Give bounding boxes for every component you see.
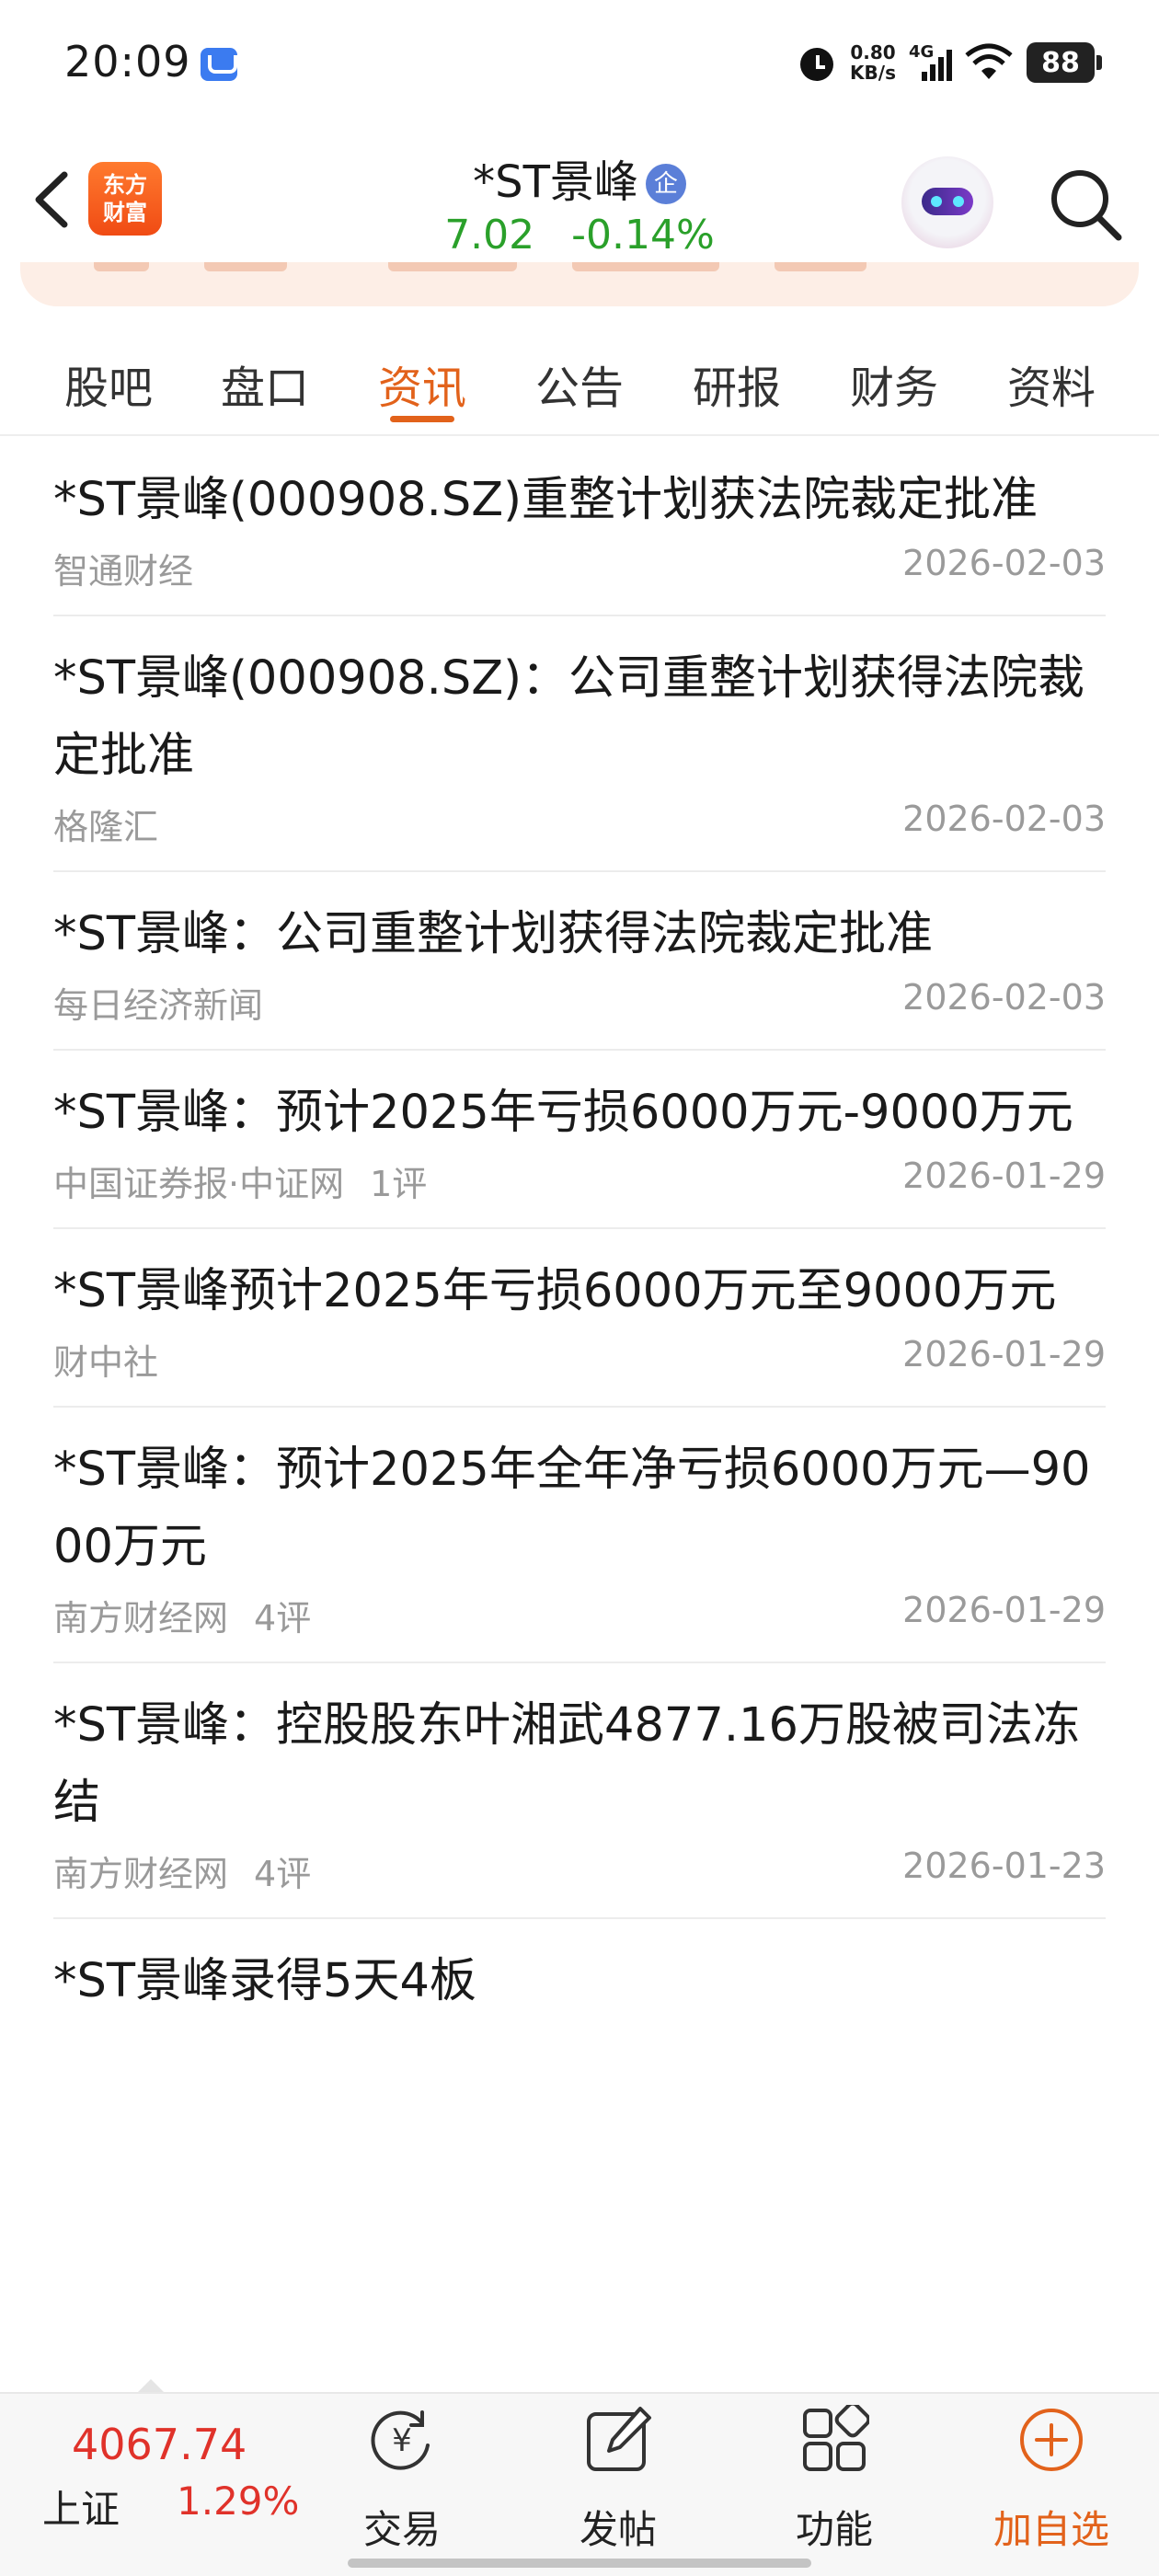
news-date: 2026-01-23: [902, 1846, 1106, 1886]
news-date: 2026-02-03: [902, 977, 1106, 1018]
news-source: 财中社: [53, 1342, 159, 1383]
news-source-group: 财中社: [53, 1334, 158, 1385]
index-change[interactable]: 1.29%: [177, 2478, 299, 2524]
stock-change-percent: -0.14%: [571, 212, 715, 259]
news-item[interactable]: *ST景峰预计2025年亏损6000万元至9000万元 财中社 2026-01-…: [53, 1229, 1106, 1408]
tab-guba[interactable]: 股吧: [53, 351, 164, 416]
search-icon[interactable]: [1047, 166, 1124, 243]
tab-news[interactable]: 资讯: [367, 351, 477, 416]
news-meta: 智通财经 2026-02-03: [53, 539, 1106, 592]
news-source: 南方财经网: [53, 1598, 229, 1639]
stock-name: *ST景峰: [473, 156, 638, 208]
news-meta: 中国证券报·中证网 1评 2026-01-29: [53, 1152, 1106, 1204]
news-source: 格隆汇: [53, 807, 159, 847]
news-item[interactable]: *ST景峰：控股股东叶湘武4877.16万股被司法冻结 南方财经网 4评 2026…: [53, 1663, 1106, 1919]
news-item[interactable]: *ST景峰录得5天4板: [53, 1919, 1106, 2050]
news-source-group: 南方财经网 4评: [53, 1590, 311, 1640]
news-source: 智通财经: [53, 551, 194, 592]
news-date: 2026-01-29: [902, 1334, 1106, 1374]
cellular-signal-icon: 4G: [909, 42, 952, 83]
svg-text:¥: ¥: [392, 2422, 412, 2459]
network-speed-unit: KB/s: [850, 62, 896, 84]
index-name[interactable]: 上证: [42, 2478, 120, 2535]
news-date: 2026-01-29: [902, 1590, 1106, 1630]
tab-bar: 股吧 盘口 资讯 公告 研报 财务 资料: [0, 324, 1159, 436]
news-title: *ST景峰预计2025年亏损6000万元至9000万元: [53, 1264, 1057, 1318]
news-item[interactable]: *ST景峰(000908.SZ)：公司重整计划获得法院裁定批准 格隆汇 2026…: [53, 616, 1106, 872]
network-speed: 0.80 KB/s: [850, 42, 896, 83]
news-source-group: 格隆汇: [53, 799, 158, 849]
news-comment-count: 1评: [370, 1164, 428, 1204]
functions-button[interactable]: 功能: [765, 2401, 903, 2552]
news-source-group: 中国证券报·中证网 1评: [53, 1156, 427, 1206]
news-meta: 每日经济新闻 2026-02-03: [53, 973, 1106, 1026]
alarm-icon: [797, 42, 837, 83]
news-item[interactable]: *ST景峰：预计2025年亏损6000万元-9000万元 中国证券报·中证网 1评…: [53, 1051, 1106, 1229]
news-source: 中国证券报·中证网: [53, 1164, 345, 1204]
edit-post-icon: [587, 2407, 651, 2471]
functions-label: 功能: [795, 2507, 873, 2552]
grid-functions-icon: [803, 2401, 871, 2471]
news-title: *ST景峰：预计2025年亏损6000万元-9000万元: [53, 1086, 1073, 1140]
bottom-toolbar: 4067.74 上证 1.29% ¥ 交易 发帖 功能 加自选: [0, 2379, 1159, 2576]
news-meta: 格隆汇 2026-02-03: [53, 795, 1106, 847]
news-comment-count: 4评: [254, 1854, 312, 1894]
news-source-group: 智通财经: [53, 543, 193, 593]
news-title: *ST景峰录得5天4板: [53, 1954, 476, 2008]
news-meta: 财中社 2026-01-29: [53, 1330, 1106, 1383]
notification-app-icon: [201, 48, 237, 81]
news-meta: 南方财经网 4评 2026-01-23: [53, 1842, 1106, 1894]
stock-header: 东方 财富 *ST景峰企 7.02 -0.14%: [0, 129, 1159, 271]
index-value[interactable]: 4067.74: [72, 2420, 247, 2469]
news-list: *ST景峰(000908.SZ)重整计划获法院裁定批准 智通财经 2026-02…: [0, 438, 1159, 2050]
network-speed-value: 0.80: [850, 41, 896, 63]
tab-pankou[interactable]: 盘口: [210, 351, 320, 416]
news-source-group: 每日经济新闻: [53, 977, 263, 1028]
add-watchlist-label: 加自选: [993, 2507, 1109, 2552]
news-meta: 南方财经网 4评 2026-01-29: [53, 1586, 1106, 1639]
status-bar: 20:09 0.80 KB/s 4G 88: [0, 0, 1159, 129]
news-date: 2026-02-03: [902, 543, 1106, 583]
add-circle-icon: [1020, 2409, 1083, 2471]
post-label: 发帖: [579, 2507, 657, 2552]
news-source: 南方财经网: [53, 1854, 229, 1894]
wifi-icon: [965, 43, 1013, 79]
post-button[interactable]: 发帖: [549, 2405, 687, 2552]
status-time: 20:09: [64, 37, 191, 86]
verified-badge-icon: 企: [645, 164, 686, 204]
news-title: *ST景峰：控股股东叶湘武4877.16万股被司法冻结: [53, 1698, 1080, 1830]
news-item[interactable]: *ST景峰：公司重整计划获得法院裁定批准 每日经济新闻 2026-02-03: [53, 872, 1106, 1051]
news-item[interactable]: *ST景峰(000908.SZ)重整计划获法院裁定批准 智通财经 2026-02…: [53, 438, 1106, 616]
trade-button[interactable]: ¥ 交易: [333, 2405, 471, 2552]
trade-yuan-icon: ¥: [371, 2410, 430, 2470]
news-source: 每日经济新闻: [53, 985, 264, 1026]
news-source-group: 南方财经网 4评: [53, 1846, 311, 1896]
battery-indicator: 88: [1027, 42, 1102, 83]
ai-assistant-avatar[interactable]: [901, 156, 993, 248]
news-date: 2026-01-29: [902, 1156, 1106, 1196]
tab-announcements[interactable]: 公告: [524, 351, 635, 416]
stock-news-page: 20:09 0.80 KB/s 4G 88 东方 财富 *ST景峰 企 7.02…: [0, 0, 1159, 2576]
news-title: *ST景峰：预计2025年全年净亏损6000万元—9000万元: [53, 1443, 1091, 1574]
expand-up-icon[interactable]: [138, 2379, 164, 2392]
promo-banner-strip[interactable]: [20, 262, 1139, 306]
news-date: 2026-02-03: [902, 799, 1106, 839]
stock-price: 7.02: [444, 212, 535, 259]
active-tab-indicator: [390, 416, 454, 422]
news-title: *ST景峰：公司重整计划获得法院裁定批准: [53, 907, 934, 961]
news-title: *ST景峰(000908.SZ)重整计划获法院裁定批准: [53, 473, 1039, 527]
news-title: *ST景峰(000908.SZ)：公司重整计划获得法院裁定批准: [53, 651, 1085, 783]
news-comment-count: 4评: [254, 1598, 312, 1639]
tab-finance[interactable]: 财务: [839, 351, 949, 416]
trade-label: 交易: [362, 2507, 441, 2552]
news-item[interactable]: *ST景峰：预计2025年全年净亏损6000万元—9000万元 南方财经网 4评 …: [53, 1408, 1106, 1663]
tab-research[interactable]: 研报: [682, 351, 792, 416]
home-indicator[interactable]: [348, 2559, 811, 2568]
status-indicators: 0.80 KB/s 4G 88: [797, 37, 1102, 88]
tab-profile[interactable]: 资料: [996, 351, 1107, 416]
add-watchlist-button[interactable]: 加自选: [982, 2405, 1120, 2552]
